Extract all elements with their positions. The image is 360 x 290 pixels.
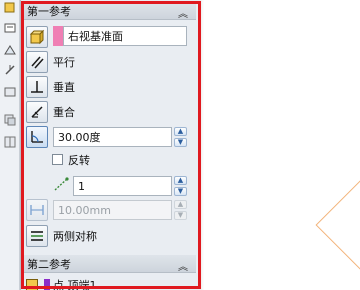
reference-selection-field[interactable]: 右视基准面 xyxy=(63,26,187,46)
distance-value: 10.00mm xyxy=(58,203,111,217)
flip-checkbox[interactable] xyxy=(52,154,63,165)
angle-icon xyxy=(31,131,43,143)
instance-count-input[interactable]: 1 xyxy=(73,176,172,196)
collapse-chevron-icon[interactable]: ︽ xyxy=(178,258,188,273)
coincident-label: 重合 xyxy=(53,106,75,119)
section-title: 第一参考 xyxy=(27,4,71,18)
dimxpert-icon[interactable] xyxy=(2,62,17,77)
flip-label: 反转 xyxy=(68,154,90,167)
instances-icon xyxy=(53,176,71,192)
distance-input: 10.00mm xyxy=(53,200,172,220)
angle-row xyxy=(26,126,48,148)
constraint-parallel-row[interactable]: 平行 xyxy=(26,51,75,73)
parallel-icon xyxy=(31,56,44,69)
angle-value: 30.00度 xyxy=(58,131,101,144)
distance-row xyxy=(26,199,48,221)
second-reference-value: 点 顶端1 xyxy=(53,279,97,290)
second-reference-row: 点 顶端1 xyxy=(26,277,97,290)
distance-icon xyxy=(30,205,44,215)
distance-down-arrow-icon: ▼ xyxy=(174,211,187,220)
instance-count-value: 1 xyxy=(78,179,85,193)
coincident-button[interactable] xyxy=(26,101,48,123)
constraint-coincident-row[interactable]: 重合 xyxy=(26,101,75,123)
constraint-perpendicular-row[interactable]: 垂直 xyxy=(26,76,75,98)
layers-icon[interactable] xyxy=(2,112,17,127)
instance-up-arrow-icon[interactable]: ▲ xyxy=(174,176,187,185)
angle-up-arrow-icon[interactable]: ▲ xyxy=(174,127,187,136)
perpendicular-button[interactable] xyxy=(26,76,48,98)
coincident-icon xyxy=(31,106,43,118)
symmetric-icon xyxy=(31,231,43,241)
instance-spinner[interactable]: ▲ ▼ xyxy=(174,176,187,196)
symmetric-row[interactable]: 两侧对称 xyxy=(26,225,97,247)
symmetric-button[interactable] xyxy=(26,225,48,247)
point-reference-icon xyxy=(26,279,38,290)
angle-spinner[interactable]: ▲ ▼ xyxy=(174,127,187,147)
feature-tree-icon[interactable] xyxy=(2,0,17,15)
instance-down-arrow-icon[interactable]: ▼ xyxy=(174,187,187,196)
config-manager-icon[interactable] xyxy=(2,42,17,57)
angle-button[interactable] xyxy=(26,126,48,148)
reference-type-button[interactable] xyxy=(26,26,48,48)
parallel-button[interactable] xyxy=(26,51,48,73)
section-second-reference-header[interactable]: 第二参考 ︽ xyxy=(24,255,196,273)
section-title: 第二参考 xyxy=(27,257,71,271)
property-manager-icon[interactable] xyxy=(2,20,17,35)
angle-down-arrow-icon[interactable]: ▼ xyxy=(174,138,187,147)
collapse-chevron-icon[interactable]: ︽ xyxy=(178,5,188,20)
distance-button[interactable] xyxy=(26,199,48,221)
section-first-reference-header[interactable]: 第一参考 ︽ xyxy=(24,2,196,20)
reference-color-swatch xyxy=(53,26,63,46)
symmetric-label: 两侧对称 xyxy=(53,230,97,243)
reference-value: 右视基准面 xyxy=(68,30,123,43)
distance-up-arrow-icon: ▲ xyxy=(174,200,187,209)
left-toolbar xyxy=(0,0,20,290)
parallel-label: 平行 xyxy=(53,56,75,69)
perpendicular-label: 垂直 xyxy=(53,81,75,94)
panel-shadow xyxy=(200,0,204,290)
angle-input[interactable]: 30.00度 xyxy=(53,127,172,147)
distance-spinner: ▲ ▼ xyxy=(174,200,187,220)
model-outline xyxy=(315,175,360,275)
window: 第一参考 ︽ 右视基准面 平行 垂直 重合 30.00度 ▲ ▼ 反转 1 ▲ … xyxy=(0,0,360,290)
reference-row xyxy=(26,26,48,48)
display-manager-icon[interactable] xyxy=(2,84,17,99)
perpendicular-icon xyxy=(31,81,43,93)
second-reference-color-swatch xyxy=(44,279,50,290)
face-reference-icon xyxy=(29,29,45,45)
grid-icon[interactable] xyxy=(2,134,17,149)
